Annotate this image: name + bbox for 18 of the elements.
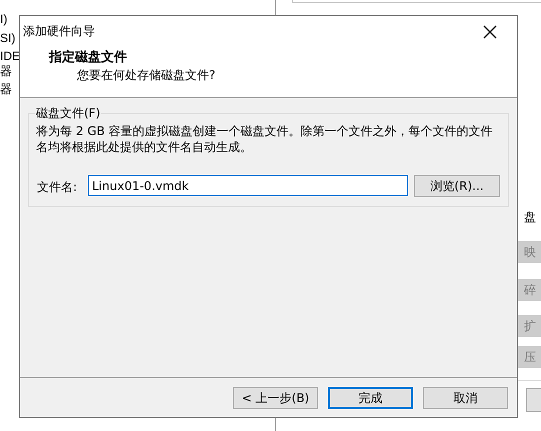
wizard-button[interactable]: < 上一步(B) bbox=[233, 386, 318, 408]
wizard-button[interactable]: 取消 bbox=[423, 386, 508, 408]
list-item-text: 器 bbox=[0, 63, 12, 80]
window-title: 添加硬件向导 bbox=[23, 23, 95, 40]
list-item-text: IDE bbox=[0, 48, 20, 65]
description-text: 将为每 2 GB 容量的虚拟磁盘创建一个磁盘文件。除第一个文件之外，每个文件的文件名均将根据此处提供的文件名自动生成。 bbox=[36, 123, 494, 155]
filename-field[interactable]: Linux01-0.vmdk bbox=[88, 175, 408, 196]
list-item-text: 器 bbox=[0, 81, 12, 98]
list-item-text: SI) bbox=[0, 30, 16, 47]
wizard-subheading: 您要在何处存储磁盘文件? bbox=[77, 67, 216, 84]
browse-button[interactable]: 浏览(R)... bbox=[414, 175, 500, 197]
close-icon[interactable] bbox=[483, 25, 497, 39]
section-label: 盘 bbox=[524, 209, 536, 226]
wizard-heading: 指定磁盘文件 bbox=[49, 48, 127, 67]
group-label: 磁盘文件(F) bbox=[35, 105, 102, 121]
wizard-button[interactable]: 完成 bbox=[328, 386, 413, 408]
list-item-text: I) bbox=[0, 11, 8, 28]
field-label: 文件名: bbox=[37, 179, 78, 196]
